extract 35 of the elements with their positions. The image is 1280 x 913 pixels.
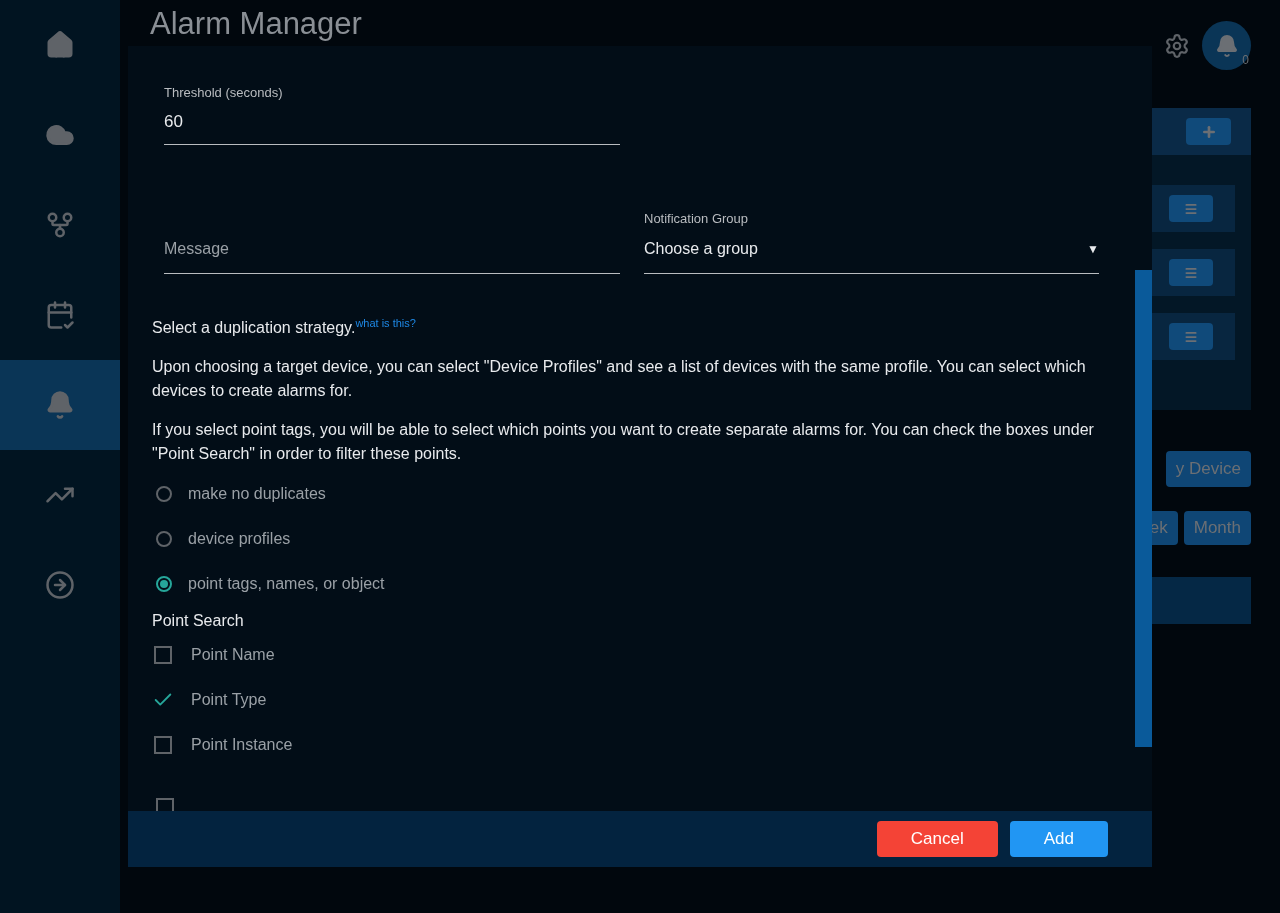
menu-button[interactable]: [1169, 259, 1213, 286]
threshold-label: Threshold (seconds): [164, 84, 284, 102]
scrollbar[interactable]: [1135, 270, 1152, 747]
fork-icon: [45, 210, 75, 240]
strategy-radio[interactable]: make no duplicates: [152, 471, 1112, 517]
sidebar-item[interactable]: [0, 360, 120, 450]
page-title: Alarm Manager: [150, 8, 363, 39]
plus-icon: [1200, 123, 1217, 140]
point-search-checkbox[interactable]: Point Type: [152, 677, 1112, 723]
strategy-radio[interactable]: point tags, names, or object: [152, 561, 1112, 607]
bell-icon: [45, 390, 75, 420]
home-icon: [45, 30, 75, 60]
help-link[interactable]: what is this?: [355, 316, 416, 329]
notification-count: 0: [1242, 52, 1249, 69]
menu-icon: [1184, 329, 1198, 344]
notification-group-label: Notification Group: [644, 210, 750, 228]
help-paragraph: If you select point tags, you will be able to select which points you want to create separate alarms for. You can check the boxes under "Point Search" in order to filter these points.: [152, 419, 1095, 464]
calendar-icon: [45, 300, 75, 330]
cancel-button[interactable]: Cancel: [876, 821, 998, 857]
threshold-field[interactable]: 60: [164, 108, 620, 145]
message-field[interactable]: Message: [164, 236, 620, 274]
menu-button[interactable]: [1169, 323, 1213, 350]
menu-icon: [1184, 265, 1198, 280]
help-paragraph: Upon choosing a target device, you can select "Device Profiles" and see a list of devices with the same profile. You can select which devices to create alarms for.: [152, 356, 1087, 401]
point-search-checkbox[interactable]: Point Instance: [152, 722, 1112, 768]
point-search-checkbox[interactable]: Point Name: [152, 632, 1112, 678]
strategy-radio[interactable]: device profiles: [152, 516, 1112, 562]
exit-icon: [45, 570, 75, 600]
point-search-heading: Point Search: [152, 610, 245, 631]
add-button[interactable]: [1186, 118, 1231, 145]
menu-button[interactable]: [1169, 195, 1213, 222]
bell-icon: [1214, 33, 1239, 58]
menu-icon: [1184, 201, 1198, 216]
notification-group-select[interactable]: Choose a group ▼: [644, 236, 1099, 274]
settings-icon[interactable]: [1164, 32, 1190, 59]
